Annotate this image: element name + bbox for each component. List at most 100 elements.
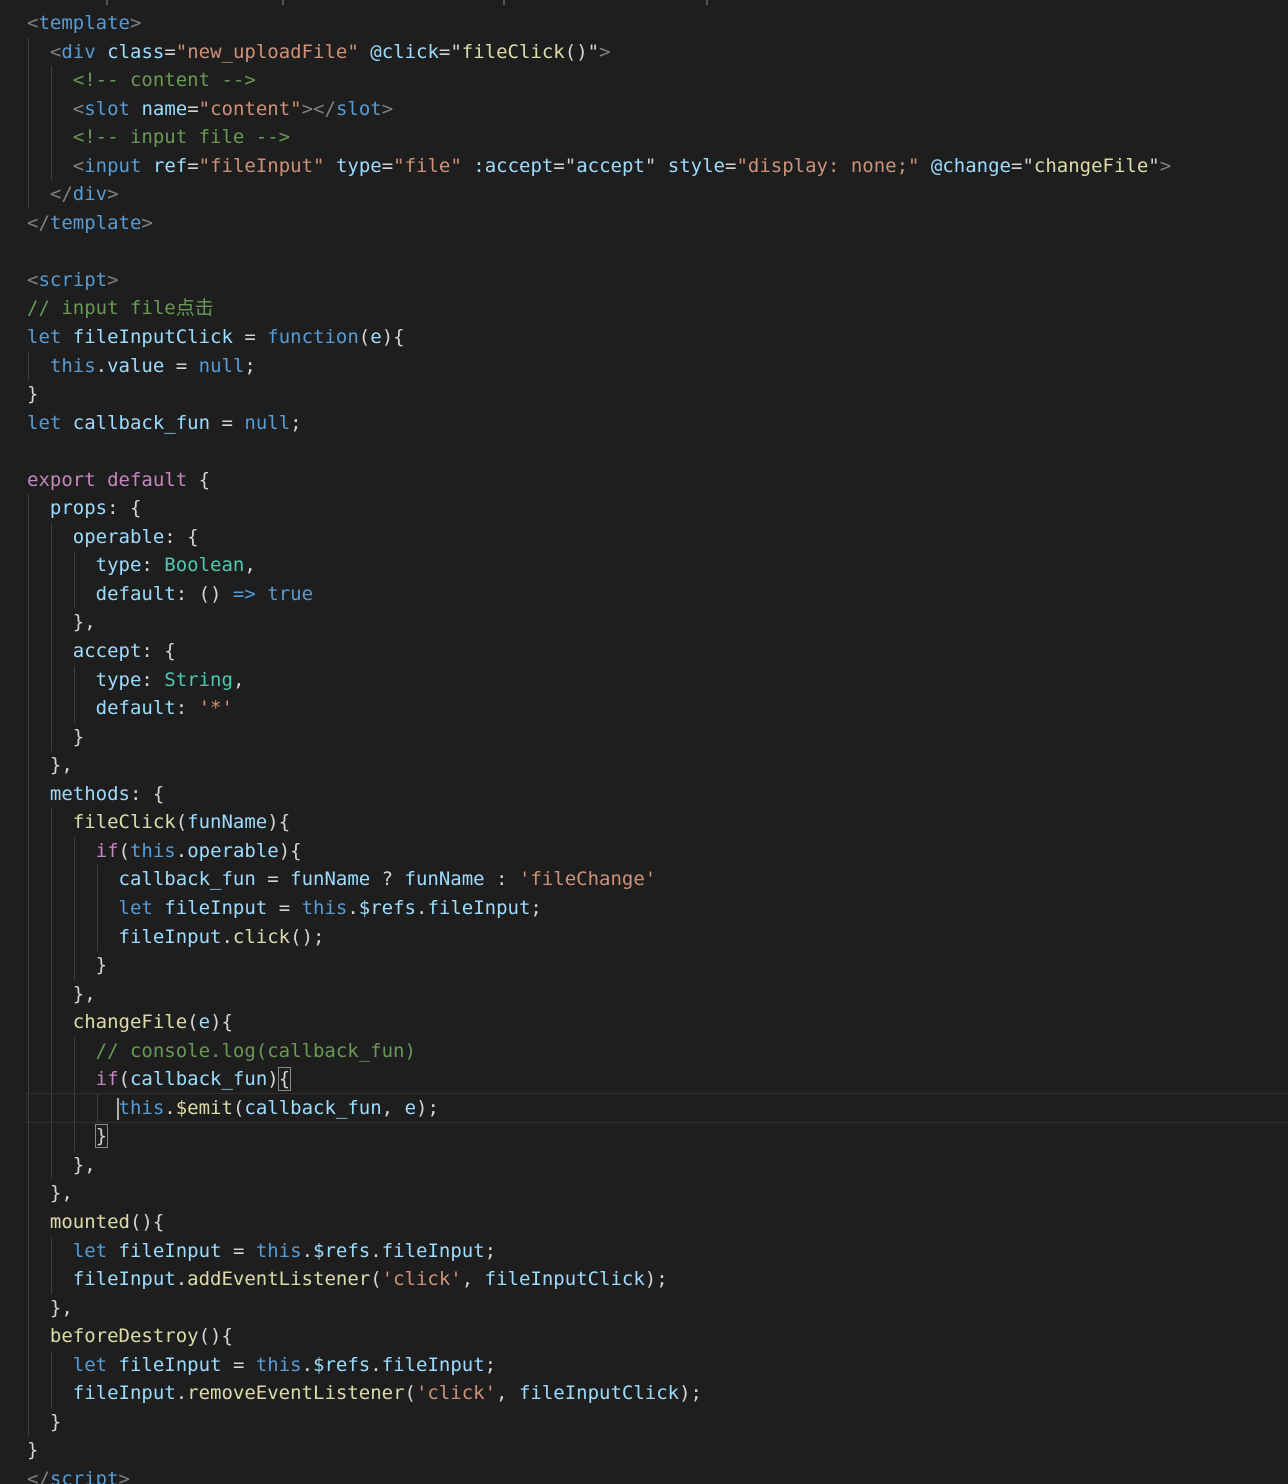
code-line[interactable]: }, <box>27 1179 1288 1208</box>
code-line[interactable]: operable: { <box>27 522 1288 552</box>
code-line[interactable] <box>27 437 1288 466</box>
code-line[interactable]: this.value = null; <box>27 351 1288 381</box>
code-line[interactable]: let fileInput = this.$refs.fileInput; <box>27 893 1288 923</box>
token-attr: @click <box>370 40 439 63</box>
token: ( <box>404 1382 416 1405</box>
code-line[interactable]: fileInput.addEventListener('click', file… <box>27 1265 1288 1294</box>
code-line[interactable]: fileInput.click(); <box>27 922 1288 952</box>
code-line-text: accept: { <box>27 640 176 662</box>
token-function: fileClick <box>72 811 176 834</box>
code-line[interactable]: let callback_fun = null; <box>27 409 1288 438</box>
code-line[interactable]: mounted(){ <box>27 1207 1288 1237</box>
code-line[interactable]: <!-- content --> <box>27 66 1288 95</box>
code-line[interactable]: type: Boolean, <box>27 551 1288 580</box>
code-line[interactable]: }, <box>27 751 1288 780</box>
code-line[interactable]: }, <box>27 979 1288 1009</box>
token: : { <box>141 640 176 663</box>
token-keywordBlue: this <box>255 1239 302 1262</box>
code-line[interactable]: if(this.operable){ <box>27 836 1288 866</box>
code-line[interactable]: <slot name="content"></slot> <box>27 94 1288 124</box>
code-line[interactable]: default: '*' <box>27 694 1288 723</box>
code-line[interactable]: } <box>27 1436 1288 1465</box>
token-variable: callback_fun <box>244 1096 382 1119</box>
code-line-text: <!-- content --> <box>27 69 256 91</box>
token-keywordBlue: => <box>232 582 256 605</box>
code-line-text: export default { <box>27 469 210 491</box>
code-line-text: let fileInput = this.$refs.fileInput; <box>27 897 542 919</box>
code-line[interactable]: <input ref="fileInput" type="file" :acce… <box>27 151 1288 181</box>
token: ){ <box>267 811 291 834</box>
code-line[interactable]: fileInput.removeEventListener('click', f… <box>27 1379 1288 1408</box>
token-keywordBlue: this <box>255 1353 302 1376</box>
code-line-text: // console.log(callback_fun) <box>27 1040 416 1062</box>
token-variable: fileInput <box>118 925 222 948</box>
token: }, <box>49 1296 73 1319</box>
code-line[interactable]: } <box>27 722 1288 752</box>
token: . <box>221 925 233 948</box>
token: = <box>255 868 291 891</box>
code-line-text: let fileInputClick = function(e){ <box>27 326 405 348</box>
token: = <box>164 354 199 377</box>
code-line[interactable]: type: String, <box>27 665 1288 695</box>
code-line[interactable]: // console.log(callback_fun) <box>27 1036 1288 1066</box>
code-line[interactable]: if(callback_fun){ <box>27 1065 1288 1094</box>
code-line-text: fileInput.click(); <box>27 925 325 948</box>
code-line[interactable]: <script> <box>27 266 1288 295</box>
token-function: changeFile <box>72 1011 188 1034</box>
code-line-text: } <box>27 1439 38 1461</box>
token-attr: style <box>667 154 725 177</box>
token: }, <box>72 982 96 1005</box>
code-line[interactable]: callback_fun = funName ? funName : 'file… <box>27 865 1288 894</box>
code-line-text: </div> <box>27 183 119 205</box>
code-line[interactable]: }, <box>27 608 1288 638</box>
code-line[interactable]: </template> <box>27 209 1288 238</box>
code-line[interactable]: beforeDestroy(){ <box>27 1322 1288 1351</box>
code-line[interactable]: <div class="new_uploadFile" @click="file… <box>27 37 1288 67</box>
token: : { <box>164 525 199 548</box>
code-line[interactable] <box>27 237 1288 266</box>
code-line[interactable]: <template> <box>27 9 1288 38</box>
code-line[interactable]: let fileInput = this.$refs.fileInput; <box>27 1236 1288 1266</box>
token-tagBracket: ></ <box>301 97 336 120</box>
token-variable: fileInput <box>72 1268 176 1291</box>
token-variable: fileInput <box>164 896 268 919</box>
code-line[interactable]: }, <box>27 1150 1288 1180</box>
token-keywordBlue: let <box>72 1239 108 1262</box>
code-line[interactable]: </script> <box>27 1465 1288 1484</box>
code-line[interactable]: fileClick(funName){ <box>27 808 1288 837</box>
code-line[interactable]: let fileInputClick = function(e){ <box>27 323 1288 352</box>
code-line[interactable]: methods: { <box>27 779 1288 809</box>
code-line[interactable]: changeFile(e){ <box>27 1008 1288 1037</box>
code-area[interactable]: <template> <div class="new_uploadFile" @… <box>26 9 1288 1484</box>
token-string: 'click' <box>381 1268 462 1291</box>
code-line[interactable]: }, <box>27 1293 1288 1323</box>
code-line[interactable]: export default { <box>27 466 1288 495</box>
token-variable: e <box>198 1011 211 1034</box>
token-tagBracket: < <box>49 40 62 63</box>
code-line[interactable]: let fileInput = this.$refs.fileInput; <box>27 1350 1288 1380</box>
code-line[interactable]: // input file点击 <box>27 294 1288 323</box>
token-string: "content" <box>198 97 302 120</box>
token-string: "new_uploadFile" <box>175 40 359 63</box>
code-line[interactable]: accept: { <box>27 637 1288 666</box>
token-attr: type <box>335 154 382 177</box>
code-line[interactable]: <!-- input file --> <box>27 123 1288 152</box>
token-keywordBlue: null <box>244 411 291 434</box>
code-line[interactable]: } <box>27 1407 1288 1437</box>
code-line-text: <script> <box>27 269 119 291</box>
token-keywordPurple: if <box>95 1068 119 1091</box>
code-line-text: let fileInput = this.$refs.fileInput; <box>27 1354 496 1376</box>
token: : { <box>107 497 142 520</box>
code-line-text: }, <box>27 1154 96 1176</box>
token: . <box>301 1239 314 1262</box>
current-code-line[interactable]: this.$emit(callback_fun, e); <box>26 1092 1288 1124</box>
code-line[interactable]: props: { <box>27 494 1288 523</box>
code-line[interactable]: default: () => true <box>27 579 1288 609</box>
code-line[interactable]: </div> <box>27 180 1288 209</box>
code-line[interactable]: } <box>27 380 1288 409</box>
code-line-text: props: { <box>27 497 142 520</box>
code-line[interactable]: } <box>27 951 1288 980</box>
code-line[interactable]: } <box>27 1122 1288 1151</box>
code-editor[interactable]: <template> <div class="new_uploadFile" @… <box>0 0 1288 1484</box>
